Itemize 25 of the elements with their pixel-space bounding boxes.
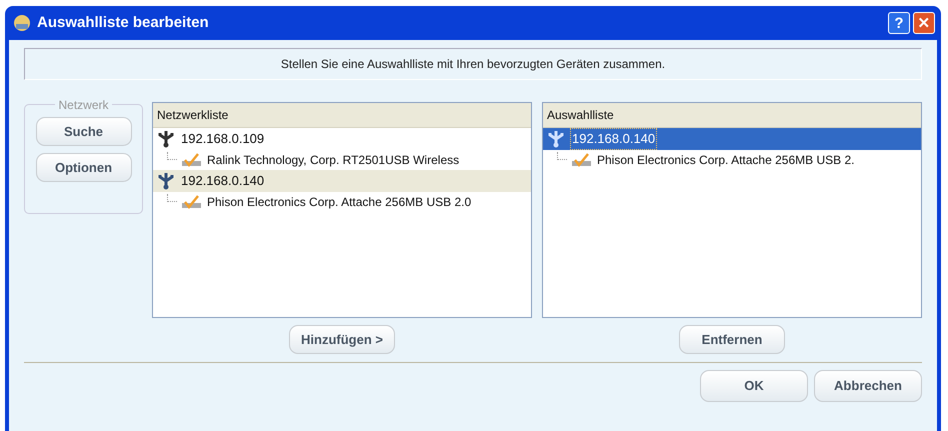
app-icon: [13, 14, 31, 32]
ok-button[interactable]: OK: [700, 370, 808, 402]
tree-item[interactable]: Ralink Technology, Corp. RT2501USB Wireless: [153, 150, 531, 170]
drive-check-icon: [181, 153, 203, 167]
tree-item[interactable]: Phison Electronics Corp. Attache 256MB USB 2.0: [153, 192, 531, 212]
usb-icon: [157, 172, 175, 190]
usb-icon: [547, 130, 565, 148]
group-button[interactable]: Optionen: [36, 153, 132, 182]
tree-item[interactable]: 192.168.0.140: [153, 170, 531, 192]
close-button[interactable]: ✕: [913, 12, 935, 34]
list-action-button[interactable]: Entfernen: [679, 325, 785, 354]
list-action-button[interactable]: Hinzufügen >: [289, 325, 395, 354]
instruction-banner: Stellen Sie eine Auswahlliste mit Ihren bevorzugten Geräten zusammen.: [24, 48, 922, 80]
drive-check-icon: [181, 195, 203, 209]
tree-item[interactable]: 192.168.0.109: [153, 128, 531, 150]
group-button[interactable]: Suche: [36, 117, 132, 146]
drive-check-icon: [571, 153, 593, 167]
tree-item[interactable]: 192.168.0.140: [543, 128, 921, 150]
cancel-button[interactable]: Abbrechen: [814, 370, 922, 402]
column-header: Netzwerkliste: [153, 103, 531, 128]
window-title: Auswahlliste bearbeiten: [37, 12, 210, 33]
tree-item[interactable]: Phison Electronics Corp. Attache 256MB USB 2.: [543, 150, 921, 170]
usb-icon: [157, 130, 175, 148]
column-header: Auswahlliste: [543, 103, 921, 128]
help-button[interactable]: ?: [888, 12, 910, 34]
